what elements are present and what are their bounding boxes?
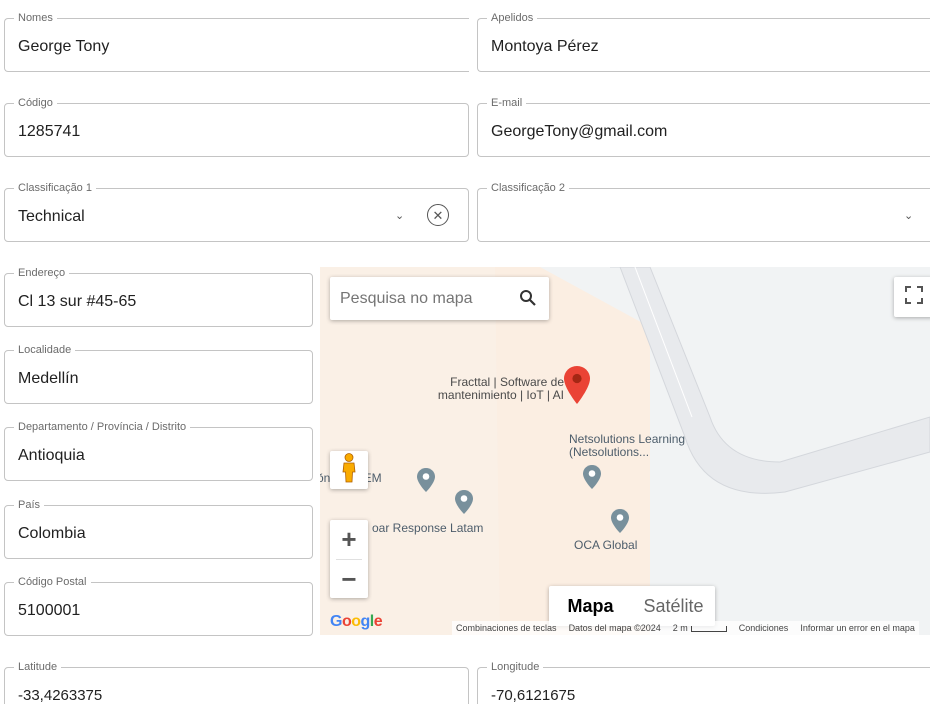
pais-value[interactable]: Colombia: [18, 524, 86, 544]
place-label-oca[interactable]: OCA Global: [574, 539, 637, 552]
place-label-fracttal-line2: mantenimiento | IoT | AI: [437, 388, 564, 402]
poi-pin-icon[interactable]: [455, 490, 473, 519]
endereco-label: Endereço: [14, 266, 70, 280]
map-type-toggle: Mapa Satélite: [549, 586, 715, 626]
map-type-mapa-button[interactable]: Mapa: [549, 586, 632, 626]
email-value[interactable]: GeorgeTony@gmail.com: [491, 122, 667, 142]
pegman-icon: [341, 452, 357, 488]
localidade-field[interactable]: Localidade Medellín: [4, 343, 313, 404]
departamento-field[interactable]: Departamento / Província / Distrito Anti…: [4, 420, 313, 481]
codigo-value[interactable]: 1285741: [18, 122, 80, 142]
place-label-fracttal[interactable]: Fracttal | Software de mantenimiento | I…: [422, 376, 564, 402]
scale-indicator[interactable]: 2 m: [673, 623, 727, 633]
codigo-postal-value[interactable]: 5100001: [18, 601, 80, 621]
localidade-label: Localidade: [14, 343, 76, 357]
classificacao2-label: Classificação 2: [487, 181, 569, 195]
zoom-out-button[interactable]: −: [330, 560, 368, 598]
classificacao2-select[interactable]: Classificação 2 ⌄: [477, 181, 930, 242]
longitude-label: Longitude: [487, 660, 544, 674]
map-search-box[interactable]: Pesquisa no mapa: [330, 277, 549, 320]
zoom-control: + −: [330, 520, 368, 598]
codigo-postal-label: Código Postal: [14, 575, 91, 589]
map-data-text: Datos del mapa ©2024: [568, 623, 661, 633]
endereco-field[interactable]: Endereço Cl 13 sur #45-65: [4, 266, 313, 327]
place-label-response[interactable]: oar Response Latam: [372, 522, 483, 535]
map-type-satelite-button[interactable]: Satélite: [632, 586, 715, 626]
map-attribution: Combinaciones de teclas Datos del mapa ©…: [452, 621, 919, 635]
pais-label: País: [14, 498, 45, 512]
apelidos-field[interactable]: Apelidos Montoya Pérez: [477, 11, 930, 72]
zoom-in-button[interactable]: +: [330, 520, 368, 558]
clear-icon[interactable]: ✕: [427, 204, 449, 226]
street-view-button[interactable]: [330, 451, 368, 489]
fullscreen-button[interactable]: [894, 277, 930, 317]
codigo-field[interactable]: Código 1285741: [4, 96, 469, 157]
longitude-value[interactable]: -70,6121675: [491, 686, 575, 704]
localidade-value[interactable]: Medellín: [18, 369, 78, 389]
departamento-label: Departamento / Província / Distrito: [14, 420, 191, 434]
place-label-netsolutions-line2: (Netsolutions...: [569, 445, 650, 459]
latitude-label: Latitude: [14, 660, 62, 674]
fullscreen-icon: [905, 285, 923, 309]
classificacao1-select[interactable]: Classificação 1 Technical ⌄ ✕: [4, 181, 469, 242]
email-field[interactable]: E-mail GeorgeTony@gmail.com: [477, 96, 930, 157]
poi-pin-icon[interactable]: [417, 468, 435, 497]
apelidos-value[interactable]: Montoya Pérez: [491, 37, 599, 57]
chevron-down-icon[interactable]: ⌄: [904, 209, 913, 222]
classificacao1-value: Technical: [18, 208, 85, 225]
map-search-input[interactable]: Pesquisa no mapa: [340, 290, 473, 308]
email-label: E-mail: [487, 96, 527, 110]
terms-link[interactable]: Condiciones: [739, 623, 789, 633]
poi-pin-icon[interactable]: [611, 509, 629, 538]
longitude-field[interactable]: Longitude -70,6121675: [477, 660, 930, 704]
nomes-value[interactable]: George Tony: [18, 37, 109, 57]
scale-bar: [690, 625, 727, 632]
nomes-field[interactable]: Nomes George Tony: [4, 11, 469, 72]
poi-pin-icon[interactable]: [583, 465, 601, 494]
scale-text: 2 m: [672, 623, 688, 633]
classificacao1-label: Classificação 1: [14, 181, 96, 195]
codigo-postal-field[interactable]: Código Postal 5100001: [4, 575, 313, 636]
nomes-label: Nomes: [14, 11, 57, 25]
map-view[interactable]: Pesquisa no mapa Fracttal | Software de …: [320, 267, 930, 635]
pais-field[interactable]: País Colombia: [4, 498, 313, 559]
departamento-value[interactable]: Antioquia: [18, 446, 85, 466]
report-error-link[interactable]: Informar un error en el mapa: [800, 623, 915, 633]
chevron-down-icon[interactable]: ⌄: [395, 209, 404, 222]
endereco-value[interactable]: Cl 13 sur #45-65: [18, 292, 136, 312]
latitude-value[interactable]: -33,4263375: [18, 686, 102, 704]
keyboard-shortcuts-link[interactable]: Combinaciones de teclas: [456, 623, 557, 633]
codigo-label: Código: [14, 96, 57, 110]
red-pin-icon[interactable]: [564, 366, 590, 409]
latitude-field[interactable]: Latitude -33,4263375: [4, 660, 469, 704]
search-icon[interactable]: [519, 289, 537, 312]
place-label-netsolutions[interactable]: Netsolutions Learning (Netsolutions...: [569, 433, 685, 459]
apelidos-label: Apelidos: [487, 11, 538, 25]
google-logo: Google: [330, 613, 383, 630]
